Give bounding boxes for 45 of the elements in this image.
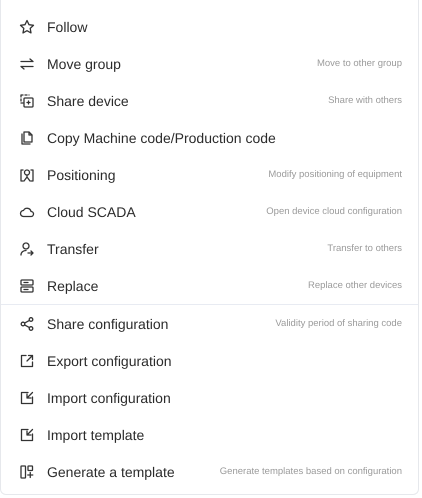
menu-item-description: Open device cloud configuration (266, 206, 402, 217)
person-icon (19, 240, 35, 256)
menu-item-label: Replace (47, 278, 98, 294)
import-icon (19, 390, 35, 406)
menu-item-label: Transfer (47, 240, 99, 256)
menu-item-label: Import template (47, 426, 144, 442)
squares-icon (19, 92, 35, 108)
menu-item-description: Generate templates based on configuration (220, 466, 402, 477)
share-icon (19, 316, 35, 332)
copy-icon (19, 130, 35, 146)
menu-item[interactable]: Follow (1, 8, 418, 45)
menu-item-description: Move to other group (316, 58, 402, 69)
menu-item-label: Cloud SCADA (47, 204, 136, 220)
menu-item[interactable]: Cloud SCADA Open device cloud configuration (1, 193, 418, 230)
menu-item-label: Share configuration (47, 316, 168, 332)
menu-item-description: Validity period of sharing code (275, 318, 402, 329)
menu-item[interactable]: Export configuration (1, 342, 418, 379)
menu-item-description: Share with others (328, 95, 402, 106)
menu-item[interactable]: Move group Move to other group (1, 45, 418, 82)
menu-item[interactable]: Share configuration Validity period of sharing code (1, 305, 418, 342)
arrows-icon (19, 56, 35, 72)
template-add-icon (19, 464, 35, 480)
menu-item[interactable]: Copy Machine code/Production code (1, 119, 418, 156)
menu-item[interactable]: Replace Replace other devices (1, 267, 418, 304)
menu-item-description: Modify positioning of equipment (268, 169, 402, 180)
menu-item-label: Copy Machine code/Production code (47, 130, 276, 146)
menu-item-label: Move group (47, 56, 121, 72)
export-icon (19, 352, 35, 368)
menu-item[interactable]: Transfer Transfer to others (1, 230, 418, 267)
menu-item-label: Follow (47, 18, 88, 34)
menu-item[interactable]: Share device Share with others (1, 82, 418, 119)
menu-item[interactable]: Import template (1, 416, 418, 453)
menu-item-description: Replace other devices (308, 280, 402, 291)
menu-item-label: Import configuration (47, 390, 171, 406)
menu-item-label: Generate a template (47, 464, 175, 480)
menu-item-label: Positioning (47, 166, 116, 182)
menu-item-description: Transfer to others (327, 243, 402, 254)
star-icon (19, 18, 35, 34)
menu-item[interactable]: Import configuration (1, 379, 418, 416)
menu-item-label: Share device (47, 92, 129, 108)
import-icon (19, 426, 35, 442)
menu-item-label: Export configuration (47, 352, 172, 368)
menu-item[interactable]: Generate a template Generate templates based on configuration (1, 453, 418, 490)
menu-item[interactable]: Positioning Modify positioning of equipment (1, 156, 418, 193)
server-icon (19, 278, 35, 294)
